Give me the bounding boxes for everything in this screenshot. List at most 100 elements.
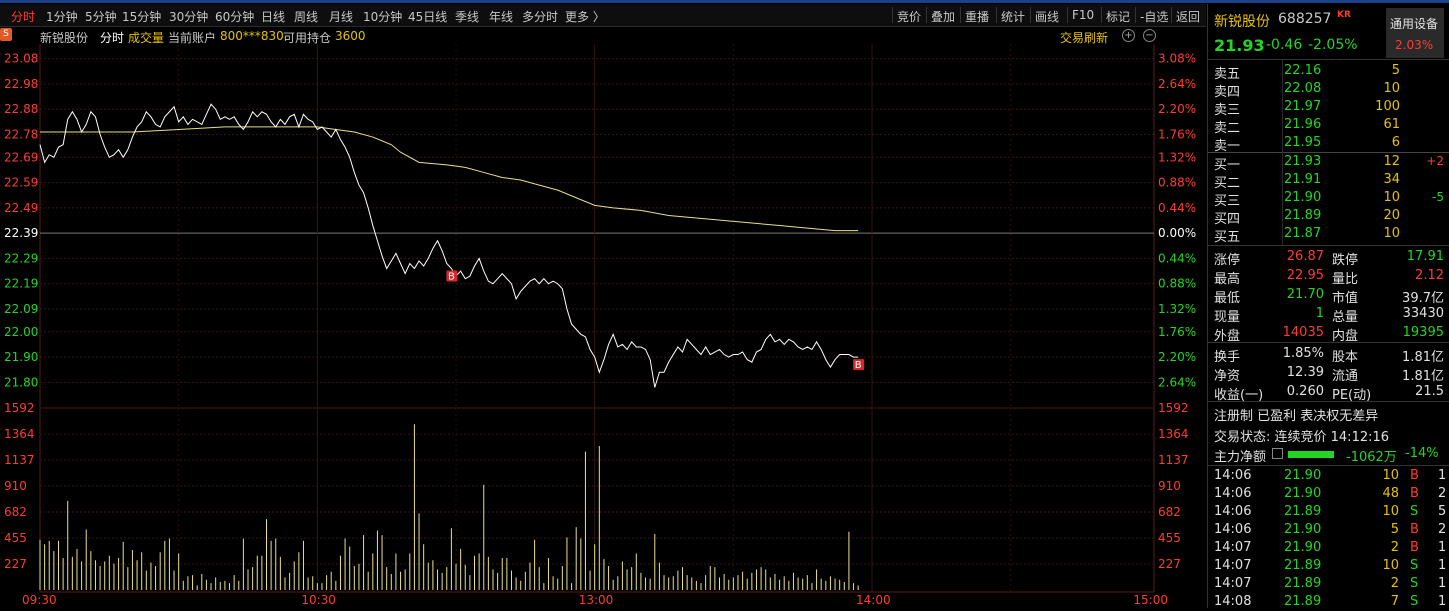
stat-value: 1.85% <box>1282 346 1324 361</box>
tick-volume: 5 <box>1390 522 1399 537</box>
sector-box[interactable]: 通用设备 2.03% <box>1386 8 1444 58</box>
pct-tick-label: 2.20% <box>1158 350 1196 364</box>
price-tick-label: 22.49 <box>4 201 38 215</box>
sector-pct: 2.03% <box>1395 38 1434 52</box>
level-label: 买五 <box>1214 230 1241 245</box>
tick-row[interactable]: 14:07 21.89 2 S 1 <box>1208 575 1449 593</box>
kr-tag: KR <box>1337 10 1351 20</box>
level-volume: 10 <box>1383 81 1400 96</box>
bid-row[interactable]: 买三 21.90 10 -5 <box>1208 189 1449 209</box>
stats-row: 换手 1.85% 股本 1.81亿 <box>1208 344 1449 365</box>
tick-volume: 10 <box>1382 504 1399 519</box>
tick-row[interactable]: 14:07 21.90 2 B 1 <box>1208 539 1449 557</box>
level-price: 22.16 <box>1284 63 1322 78</box>
volume-tick-label-right: 455 <box>1158 531 1181 545</box>
level-volume: 61 <box>1383 117 1400 132</box>
price-tick-label: 22.78 <box>4 128 38 142</box>
tick-price: 21.89 <box>1284 558 1322 573</box>
tick-price: 21.90 <box>1284 486 1322 501</box>
panel-change: -0.46 <box>1266 37 1303 53</box>
level-volume: 5 <box>1391 63 1400 78</box>
pct-tick-label: 2.64% <box>1158 77 1196 91</box>
divider <box>1208 152 1449 153</box>
volume-tick-label: 455 <box>4 531 27 545</box>
pct-tick-label: 0.00% <box>1158 226 1196 240</box>
stat-value: 19395 <box>1402 325 1444 340</box>
volume-tick-label: 682 <box>4 505 27 519</box>
stat-value: 0.260 <box>1286 384 1324 399</box>
level-price: 21.97 <box>1284 99 1322 114</box>
ask-row[interactable]: 卖三 21.97 100 <box>1208 98 1449 118</box>
pct-tick-label: 0.44% <box>1158 201 1196 215</box>
pct-tick-label: 3.08% <box>1158 52 1196 66</box>
volume-tick-label: 910 <box>4 479 27 493</box>
tick-row[interactable]: 14:06 21.90 10 B 1 <box>1208 467 1449 485</box>
level-price: 21.90 <box>1284 190 1322 205</box>
tick-count: 1 <box>1438 576 1447 591</box>
divider <box>1208 245 1449 246</box>
ask-row[interactable]: 卖五 22.16 5 <box>1208 62 1449 82</box>
panel-stock-code: 688257 <box>1278 11 1332 27</box>
bid-row[interactable]: 买一 21.93 12 +2 <box>1208 153 1449 173</box>
level-volume: 100 <box>1375 99 1400 114</box>
volume-tick-label-right: 227 <box>1158 557 1181 571</box>
tick-time: 14:07 <box>1214 540 1252 555</box>
price-tick-label: 22.09 <box>4 302 38 316</box>
tick-price: 21.90 <box>1284 522 1322 537</box>
tick-time: 14:07 <box>1214 576 1252 591</box>
tick-time: 14:06 <box>1214 504 1252 519</box>
tick-row[interactable]: 14:08 21.89 7 S 1 <box>1208 593 1449 611</box>
time-tick-label: 14:00 <box>856 593 891 607</box>
bid-row[interactable]: 买四 21.89 20 <box>1208 207 1449 227</box>
pct-tick-label: 0.88% <box>1158 176 1196 190</box>
stat-value: 2.12 <box>1415 268 1444 283</box>
flow-list-icon[interactable] <box>1272 448 1283 459</box>
tick-time: 14:06 <box>1214 468 1252 483</box>
level-volume: 34 <box>1383 172 1400 187</box>
panel-stock-name: 新锐股份 <box>1214 14 1270 30</box>
level-price: 21.93 <box>1284 154 1322 169</box>
intraday-chart[interactable]: 23.08 3.08% 22.98 2.64% 22.88 2.20% 22.78 1.76%… <box>0 0 1206 608</box>
time-tick-label: 15:00 <box>1133 593 1168 607</box>
time-tick-label: 13:00 <box>579 593 614 607</box>
bid-row[interactable]: 买五 21.87 10 <box>1208 225 1449 245</box>
stats-row: 最高 22.95 量比 2.12 <box>1208 266 1449 287</box>
volume-tick-label-right: 1364 <box>1158 427 1189 441</box>
price-tick-label: 22.19 <box>4 277 38 291</box>
divider <box>1208 59 1449 60</box>
ask-row[interactable]: 卖一 21.95 6 <box>1208 134 1449 154</box>
tick-row[interactable]: 14:06 21.90 48 B 2 <box>1208 485 1449 503</box>
price-tick-label: 22.29 <box>4 251 38 265</box>
tick-row[interactable]: 14:06 21.89 10 S 5 <box>1208 503 1449 521</box>
volume-tick-label: 1592 <box>4 401 35 415</box>
price-tick-label: 22.88 <box>4 102 38 116</box>
main-flow-value: -1062万 <box>1346 450 1397 465</box>
stats-row: 净资 12.39 流通 1.81亿 <box>1208 363 1449 384</box>
stats-row: 涨停 26.87 跌停 17.91 <box>1208 247 1449 268</box>
tick-row[interactable]: 14:06 21.90 5 B 2 <box>1208 521 1449 539</box>
stats-row: 最低 21.70 市值 39.7亿 <box>1208 285 1449 306</box>
bid-row[interactable]: 买二 21.91 34 <box>1208 171 1449 191</box>
volume-tick-label: 227 <box>4 557 27 571</box>
tick-time: 14:08 <box>1214 594 1252 609</box>
pct-tick-label: 2.20% <box>1158 102 1196 116</box>
pct-tick-label: 1.32% <box>1158 150 1196 164</box>
price-tick-label: 22.39 <box>4 226 38 240</box>
tick-side: B <box>1410 486 1419 501</box>
tick-row[interactable]: 14:07 21.89 10 S 1 <box>1208 557 1449 575</box>
ask-row[interactable]: 卖四 22.08 10 <box>1208 80 1449 100</box>
volume-tick-label-right: 1592 <box>1158 401 1189 415</box>
stats-row: 外盘 14035 内盘 19395 <box>1208 323 1449 344</box>
level-price: 21.95 <box>1284 135 1322 150</box>
tick-price: 21.89 <box>1284 576 1322 591</box>
ask-row[interactable]: 卖二 21.96 61 <box>1208 116 1449 136</box>
level-volume: 10 <box>1383 190 1400 205</box>
tick-side: S <box>1410 594 1419 609</box>
tick-volume: 2 <box>1390 576 1399 591</box>
level-price: 21.89 <box>1284 208 1322 223</box>
stat-value: 12.39 <box>1286 365 1324 380</box>
price-tick-label: 21.90 <box>4 350 38 364</box>
stats-row: 现量 1 总量 33430 <box>1208 304 1449 325</box>
tick-count: 5 <box>1438 504 1447 519</box>
stat-value: 21.5 <box>1415 384 1444 399</box>
